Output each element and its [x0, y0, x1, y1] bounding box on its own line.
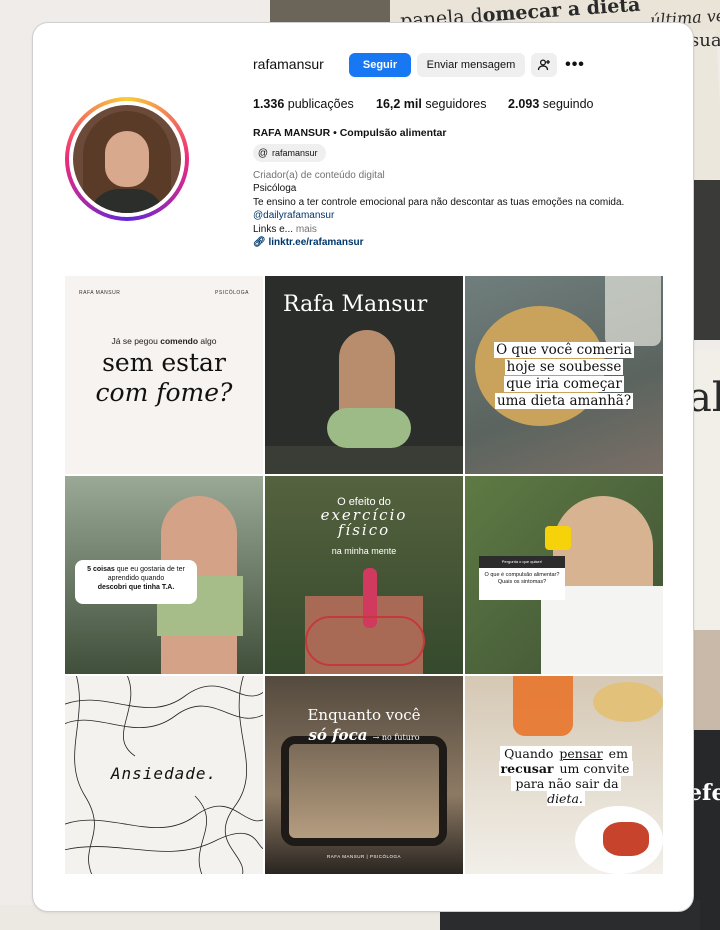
post-tile[interactable]: Quando pensar em recusar um convite para… [465, 676, 663, 874]
post-tile[interactable]: RAFA MANSUR PSICÓLOGA Já se pegou comend… [65, 276, 263, 474]
message-button[interactable]: Enviar mensagem [417, 53, 525, 77]
collage-text-3: sua [690, 30, 720, 51]
more-icon: ••• [565, 56, 585, 73]
question-sticker-body: O que é compulsão alimentar? Quais os si… [479, 568, 565, 600]
threads-icon: @ [257, 147, 269, 159]
post-tile[interactable]: Ansiedade. [65, 676, 263, 874]
bio-mention-link[interactable]: @dailyrafamansur [253, 209, 624, 222]
post-headline: Ansiedade. [110, 764, 218, 783]
post-text: Já se pegou comendo algo [111, 336, 217, 346]
post-headline: só foca → no futuro [308, 726, 420, 744]
avatar-story-ring[interactable] [65, 97, 189, 221]
post-tile[interactable]: O efeito do exercício físico na minha men… [265, 476, 463, 674]
avatar[interactable] [73, 105, 181, 213]
profile-card: rafamansur Seguir Enviar mensagem ••• 1.… [32, 22, 694, 912]
external-link[interactable]: 🔗︎ linktr.ee/rafamansur [253, 236, 624, 249]
followers-count[interactable]: 16,2 mil seguidores [376, 97, 487, 111]
following-count[interactable]: 2.093 seguindo [508, 97, 594, 111]
post-tile[interactable]: 5 coisas que eu gostaria de ter aprendid… [65, 476, 263, 674]
post-tile[interactable]: Enquanto você só foca → no futuro RAFA M… [265, 676, 463, 874]
more-options-button[interactable]: ••• [563, 53, 587, 77]
link-icon: 🔗︎ [253, 237, 266, 249]
profile-category: Criador(a) de conteúdo digital [253, 170, 385, 181]
profile-full-name: RAFA MANSUR • Compulsão alimentar [253, 127, 447, 139]
add-user-icon [537, 59, 550, 71]
question-sticker-header: Pergunta o que quiser! [479, 556, 565, 568]
post-role: PSICÓLOGA [215, 290, 249, 296]
post-text: O que você comeria hoje se soubesse que ir… [494, 342, 634, 409]
post-headline: Enquanto você [307, 706, 421, 724]
mug [545, 526, 571, 550]
post-text: Quando pensar em recusar um convite para… [491, 746, 641, 806]
post-tile[interactable]: O que você comeria hoje se soubesse que ir… [465, 276, 663, 474]
threads-badge[interactable]: @ rafamansur [253, 144, 326, 162]
post-headline: sem estar [102, 348, 226, 377]
bio-line: Te ensino a ter controle emocional para … [253, 196, 625, 208]
post-footer: RAFA MANSUR | PSICÓLOGA [327, 854, 401, 859]
post-tile[interactable]: Rafa Mansur [265, 276, 463, 474]
post-photo-drink [513, 676, 573, 736]
post-headline: com fome? [95, 378, 233, 407]
profile-username: rafamansur [253, 56, 324, 72]
post-brand: RAFA MANSUR [79, 290, 121, 296]
collage-photo-right [690, 180, 720, 340]
suggested-users-button[interactable] [531, 53, 557, 77]
post-caption-card: 5 coisas que eu gostaria de ter aprendid… [75, 560, 197, 604]
post-headline: exercício físico [320, 506, 408, 539]
posts-grid: RAFA MANSUR PSICÓLOGA Já se pegou comend… [65, 276, 663, 876]
train-window [281, 736, 447, 846]
threads-handle: rafamansur [272, 148, 318, 158]
bio-links-row: Links e... mais [253, 223, 317, 235]
post-headline: Rafa Mansur [283, 292, 428, 317]
collage-photo-right-2 [690, 630, 720, 730]
more-link[interactable]: mais [296, 224, 317, 235]
bicycle [305, 616, 425, 666]
bio-line: Psicóloga [253, 183, 297, 195]
post-tile[interactable]: Pergunta o que quiser! O que é compulsão… [465, 476, 663, 674]
post-text: na minha mente [331, 546, 397, 556]
follow-button[interactable]: Seguir [349, 53, 411, 77]
profile-bio: Criador(a) de conteúdo digital Psicóloga… [253, 169, 624, 249]
posts-count[interactable]: 1.336 publicações [253, 97, 354, 111]
